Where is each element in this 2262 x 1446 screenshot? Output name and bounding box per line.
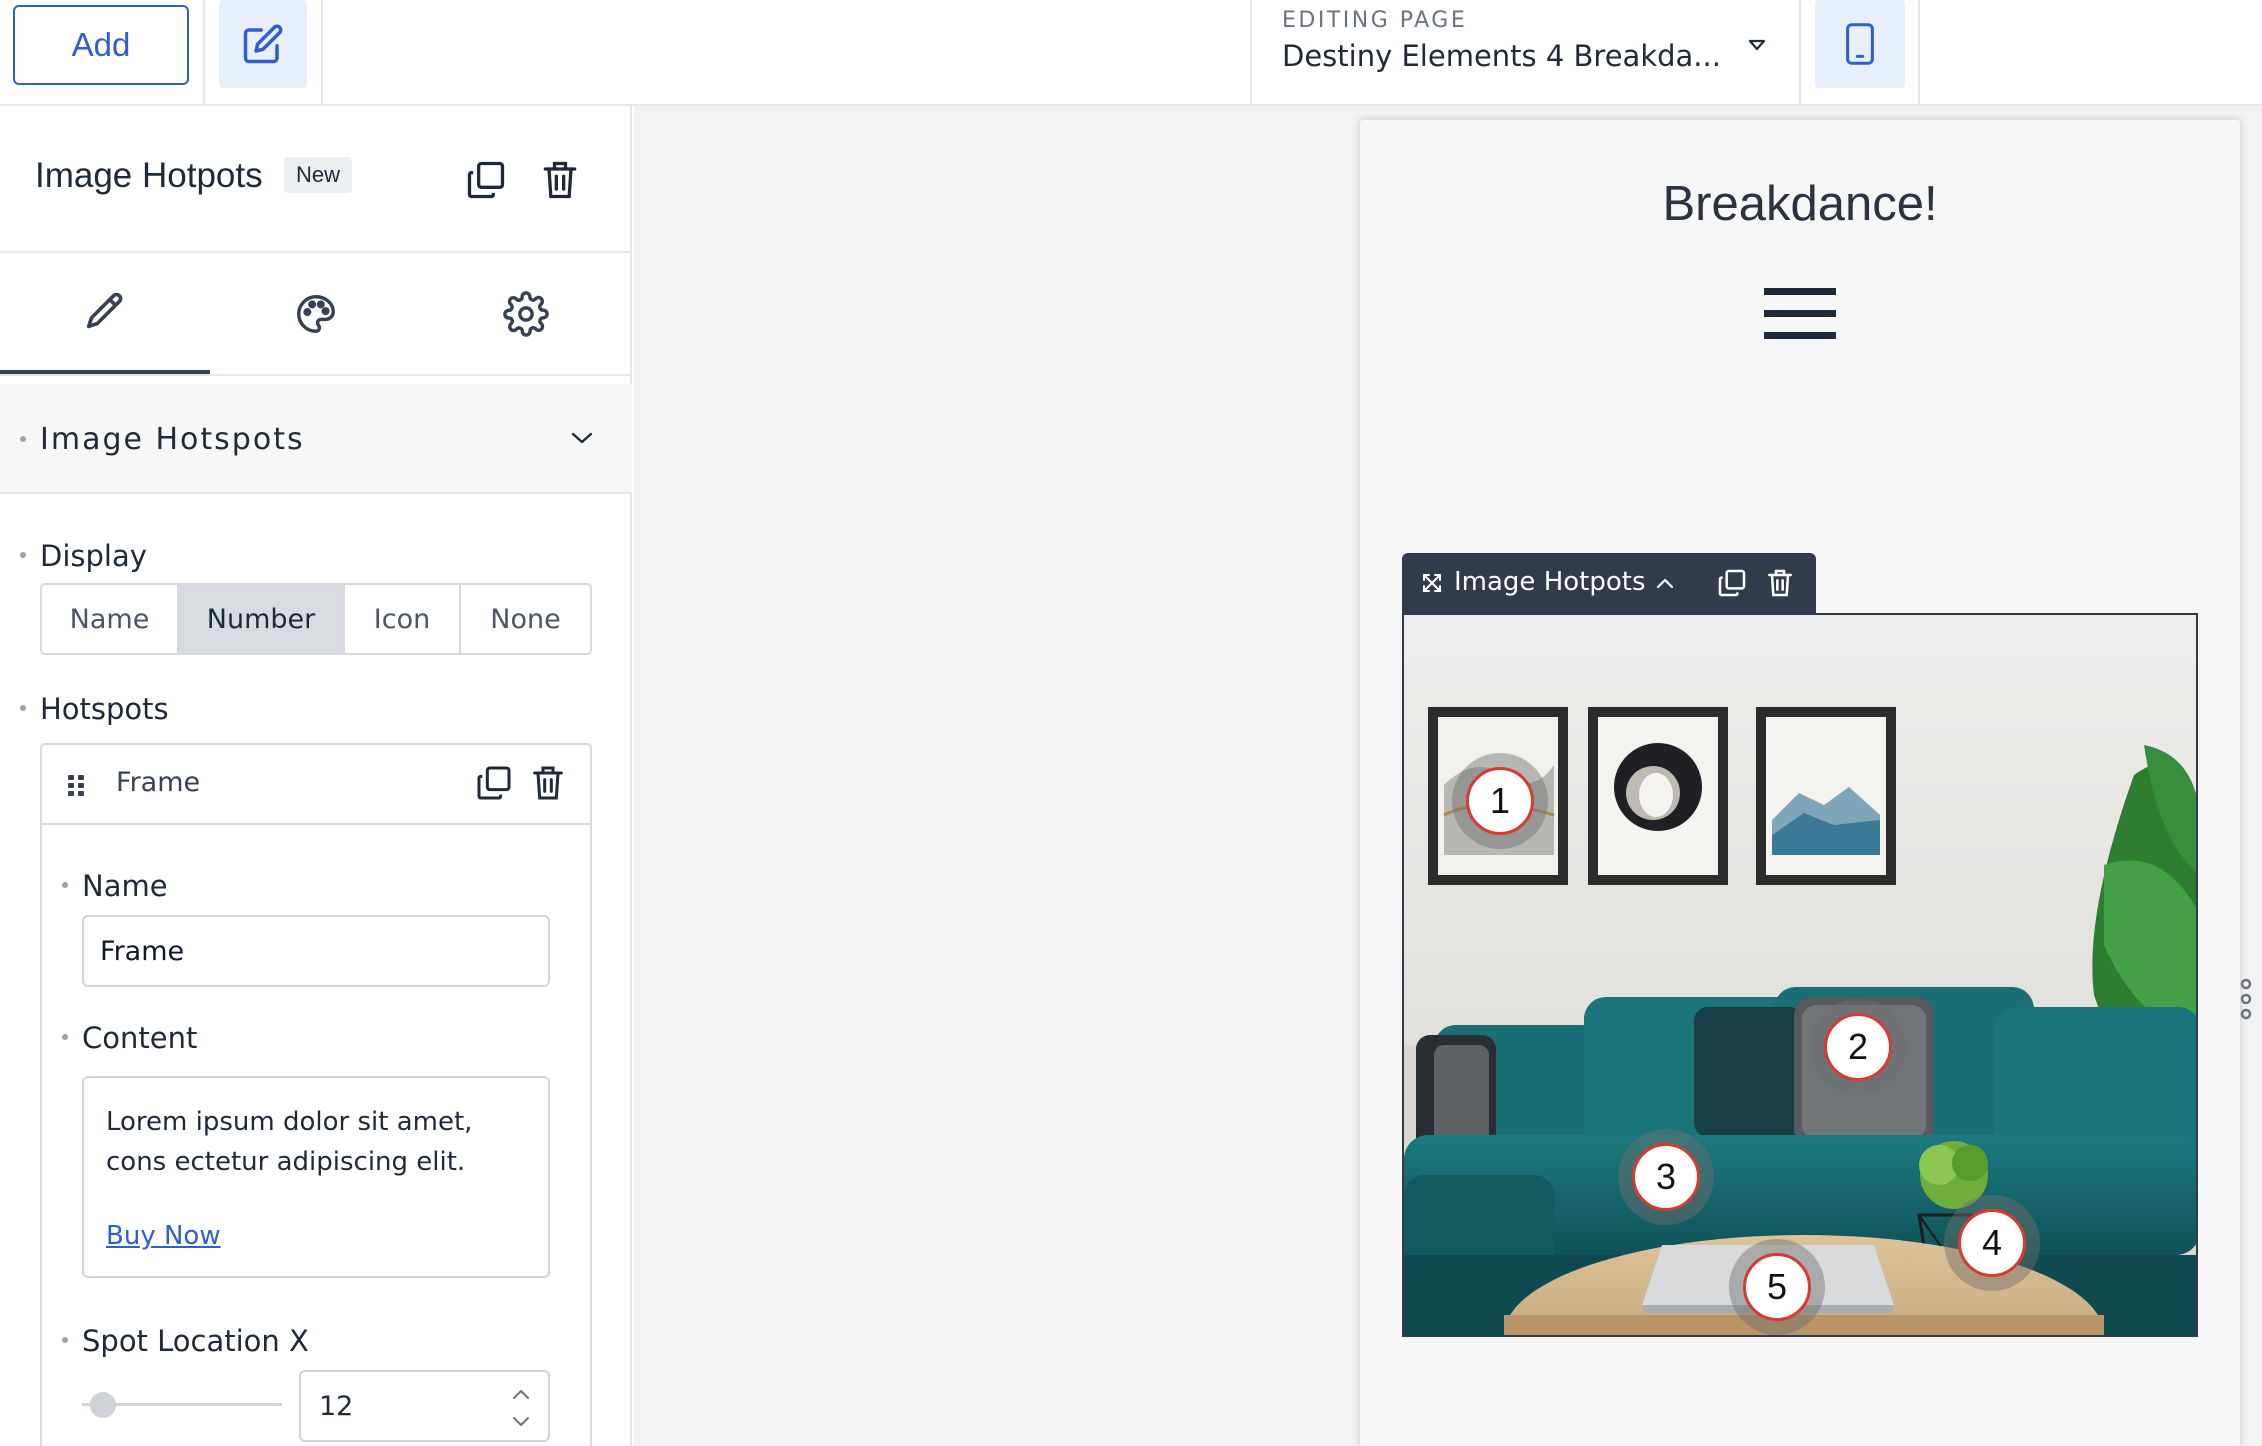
- hotspot-number: 4: [1958, 1209, 2026, 1277]
- element-toolbar: Image Hotpots: [1402, 553, 1816, 613]
- hotspot-number: 5: [1743, 1253, 1811, 1321]
- divider: [1799, 0, 1801, 104]
- bullet: [20, 552, 26, 558]
- chevron-down-icon[interactable]: [1748, 38, 1766, 52]
- hotspot-item-header[interactable]: Frame: [42, 745, 590, 825]
- spot-location-x-label: Spot Location X: [82, 1324, 309, 1358]
- add-button[interactable]: Add: [13, 5, 189, 85]
- top-bar: Add EDITING PAGE Destiny Elements 4 Brea…: [0, 0, 2262, 106]
- bullet: [20, 436, 26, 442]
- bullet: [62, 1034, 68, 1040]
- chevron-up-icon[interactable]: [1654, 575, 1676, 591]
- palette-icon: [297, 294, 335, 333]
- stepper-icon[interactable]: [510, 1386, 532, 1430]
- section-title: Image Hotspots: [40, 422, 305, 457]
- display-segmented-control: Name Number Icon None: [40, 583, 592, 655]
- new-badge: New: [284, 157, 353, 193]
- content-field-label: Content: [82, 1021, 198, 1055]
- content-editor[interactable]: Lorem ipsum dolor sit amet, cons ectetur…: [82, 1076, 550, 1278]
- editing-page-value: Destiny Elements 4 Breakda...: [1282, 39, 1721, 73]
- tab-design[interactable]: [211, 253, 421, 374]
- hotspot-number: 3: [1632, 1143, 1700, 1211]
- trash-icon[interactable]: [538, 158, 582, 202]
- display-option-number[interactable]: Number: [179, 585, 345, 653]
- hotspot-image[interactable]: 1 2 3 4 5: [1402, 613, 2198, 1337]
- gear-icon: [503, 290, 549, 337]
- divider: [203, 0, 205, 104]
- display-option-icon[interactable]: Icon: [345, 585, 461, 653]
- mobile-icon: [1846, 23, 1874, 65]
- name-input[interactable]: Frame: [82, 915, 550, 987]
- trash-icon[interactable]: [1764, 567, 1796, 599]
- hotspot-number: 1: [1466, 767, 1534, 835]
- element-toolbar-label: Image Hotpots: [1454, 567, 1646, 597]
- resize-handle-icon[interactable]: [2236, 976, 2256, 1022]
- name-field-label: Name: [82, 869, 168, 903]
- expand-icon[interactable]: [1422, 573, 1442, 593]
- living-room-image: [1404, 615, 2196, 1335]
- hotspot-marker[interactable]: 5: [1729, 1239, 1825, 1335]
- page-selector[interactable]: EDITING PAGE Destiny Elements 4 Breakda.…: [1282, 8, 1782, 73]
- hamburger-menu-icon[interactable]: [1764, 288, 1836, 342]
- tab-settings[interactable]: [421, 253, 631, 374]
- edit-button[interactable]: [219, 0, 307, 88]
- panel-tabs: [0, 251, 632, 376]
- hotspot-number: 2: [1824, 1013, 1892, 1081]
- display-option-name[interactable]: Name: [42, 585, 179, 653]
- bullet: [62, 1337, 68, 1343]
- tab-content[interactable]: [0, 253, 210, 374]
- drag-handle-icon[interactable]: [66, 773, 88, 797]
- bullet: [62, 882, 68, 888]
- hotspots-label: Hotspots: [40, 692, 169, 726]
- chevron-down-icon: [571, 432, 593, 444]
- edit-icon: [243, 24, 283, 64]
- spot-x-value: 12: [319, 1390, 354, 1422]
- pencil-icon: [86, 292, 123, 328]
- editing-page-label: EDITING PAGE: [1282, 8, 1468, 33]
- divider: [1250, 0, 1252, 104]
- display-label: Display: [40, 539, 147, 573]
- hotspot-item-title: Frame: [116, 767, 201, 798]
- content-text: Lorem ipsum dolor sit amet, cons ectetur…: [106, 1107, 473, 1177]
- properties-panel: Image Hotpots New Image Hotspots Display…: [0, 106, 632, 1446]
- hotspot-marker[interactable]: 3: [1618, 1129, 1714, 1225]
- divider: [1918, 0, 1920, 104]
- duplicate-icon[interactable]: [464, 158, 508, 202]
- device-toggle-button[interactable]: [1815, 0, 1905, 88]
- display-option-none[interactable]: None: [461, 585, 590, 653]
- hotspot-marker[interactable]: 4: [1944, 1195, 2040, 1291]
- duplicate-icon[interactable]: [474, 763, 514, 803]
- duplicate-icon[interactable]: [1716, 567, 1748, 599]
- site-title: Breakdance!: [1662, 177, 1938, 231]
- hotspot-marker[interactable]: 1: [1452, 753, 1548, 849]
- bullet: [20, 705, 26, 711]
- section-header-image-hotspots[interactable]: Image Hotspots: [0, 384, 632, 494]
- trash-icon[interactable]: [528, 763, 568, 803]
- element-title: Image Hotpots: [35, 156, 263, 195]
- hotspot-marker[interactable]: 2: [1810, 999, 1906, 1095]
- buy-now-link[interactable]: Buy Now: [106, 1216, 526, 1256]
- spot-x-slider-thumb[interactable]: [90, 1392, 116, 1418]
- divider: [321, 0, 323, 104]
- spot-x-number-input[interactable]: 12: [299, 1370, 550, 1442]
